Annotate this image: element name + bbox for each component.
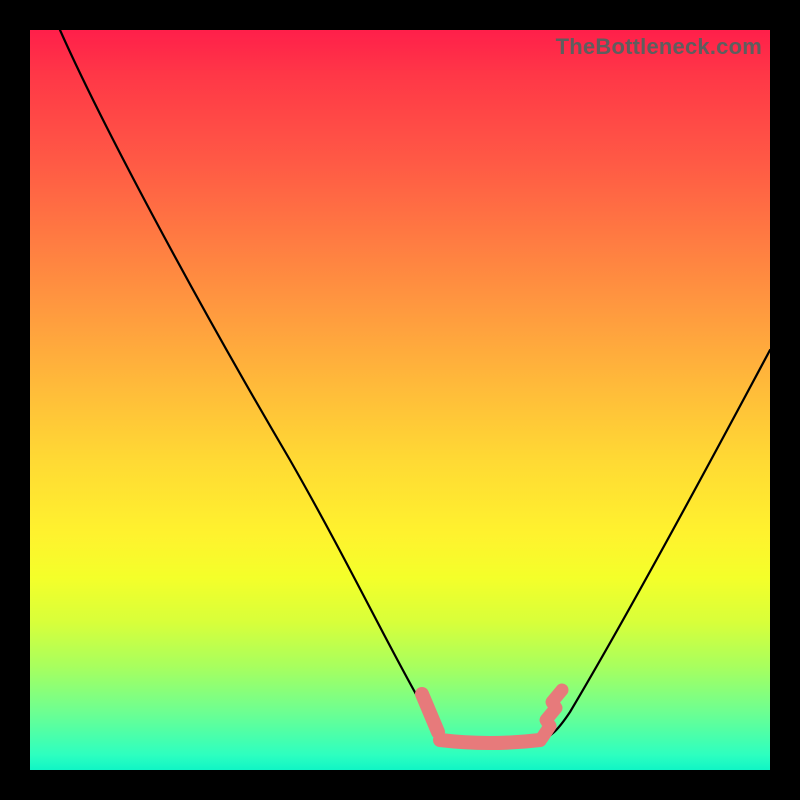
highlight-floor — [440, 740, 540, 743]
bottleneck-curve — [60, 30, 770, 740]
highlight-right-tick — [542, 690, 562, 738]
highlight-left-tick — [422, 694, 438, 732]
curve-layer — [30, 30, 770, 770]
plot-area: TheBottleneck.com — [30, 30, 770, 770]
